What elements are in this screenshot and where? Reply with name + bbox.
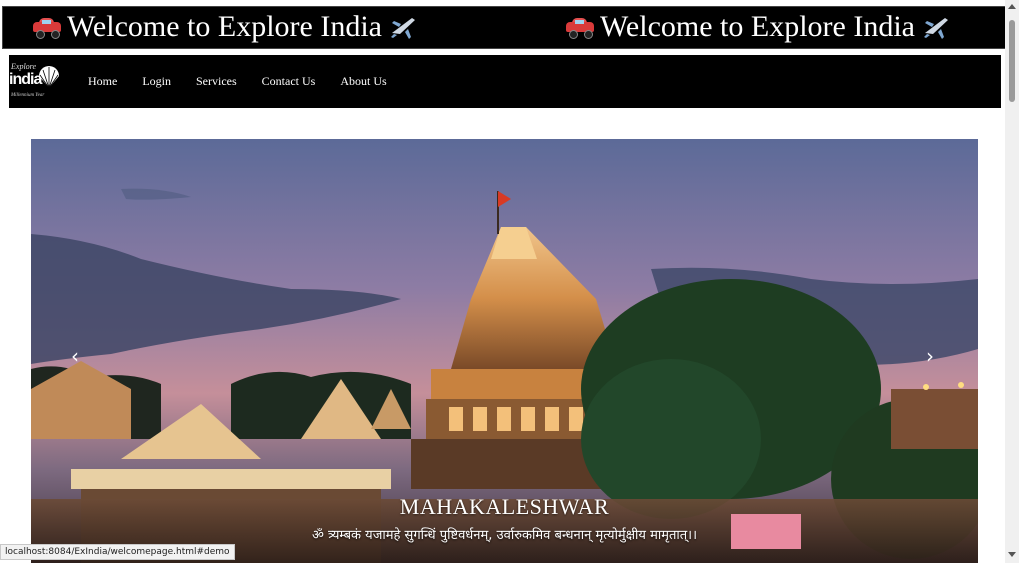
page-scrollbar[interactable]: [1005, 0, 1019, 563]
explore-india-logo[interactable]: Explore india Millennium Year: [9, 62, 64, 102]
nav-links: Home Login Services Contact Us About Us: [88, 55, 412, 108]
banner-message: Welcome to Explore India: [33, 9, 418, 45]
logo-line-1: Explore: [11, 62, 37, 71]
banner-message: Welcome to Explore India: [566, 9, 951, 45]
logo-line-3: Millennium Year: [11, 93, 45, 98]
top-navbar: Explore india Millennium Year Home Login…: [9, 55, 1001, 108]
airplane-icon: [923, 18, 948, 39]
shell-emblem-icon: [39, 66, 59, 89]
scroll-thumb[interactable]: [1009, 20, 1015, 102]
nav-home[interactable]: Home: [88, 74, 117, 89]
nav-contact-us[interactable]: Contact Us: [262, 74, 316, 89]
nav-about-us[interactable]: About Us: [340, 74, 386, 89]
slide-caption-title: MAHAKALESHWAR: [399, 494, 610, 519]
carousel-prev-icon[interactable]: ‹: [71, 344, 79, 368]
banner-text: Welcome to Explore India: [600, 10, 915, 43]
image-carousel: ‹ › MAHAKALESHWAR ॐ त्र्यम्बकं यजामहे सु…: [31, 139, 978, 563]
slide-caption-text: ॐ त्र्यम्बकं यजामहे सुगन्धिं पुष्टिवर्धन…: [311, 528, 698, 543]
banner-text: Welcome to Explore India: [67, 10, 382, 43]
nav-services[interactable]: Services: [196, 74, 237, 89]
scroll-down-arrow-icon[interactable]: [1008, 552, 1016, 557]
carousel-next-icon[interactable]: ›: [926, 344, 934, 368]
car-icon: [33, 18, 61, 39]
status-bar-url: localhost:8084/ExIndia/welcomepage.html#…: [0, 544, 235, 560]
scroll-up-arrow-icon[interactable]: [1008, 4, 1016, 9]
nav-login[interactable]: Login: [142, 74, 171, 89]
airplane-icon: [390, 18, 415, 39]
welcome-banner: Welcome to Explore India Welcome to Expl…: [2, 6, 1009, 49]
car-icon: [566, 18, 594, 39]
